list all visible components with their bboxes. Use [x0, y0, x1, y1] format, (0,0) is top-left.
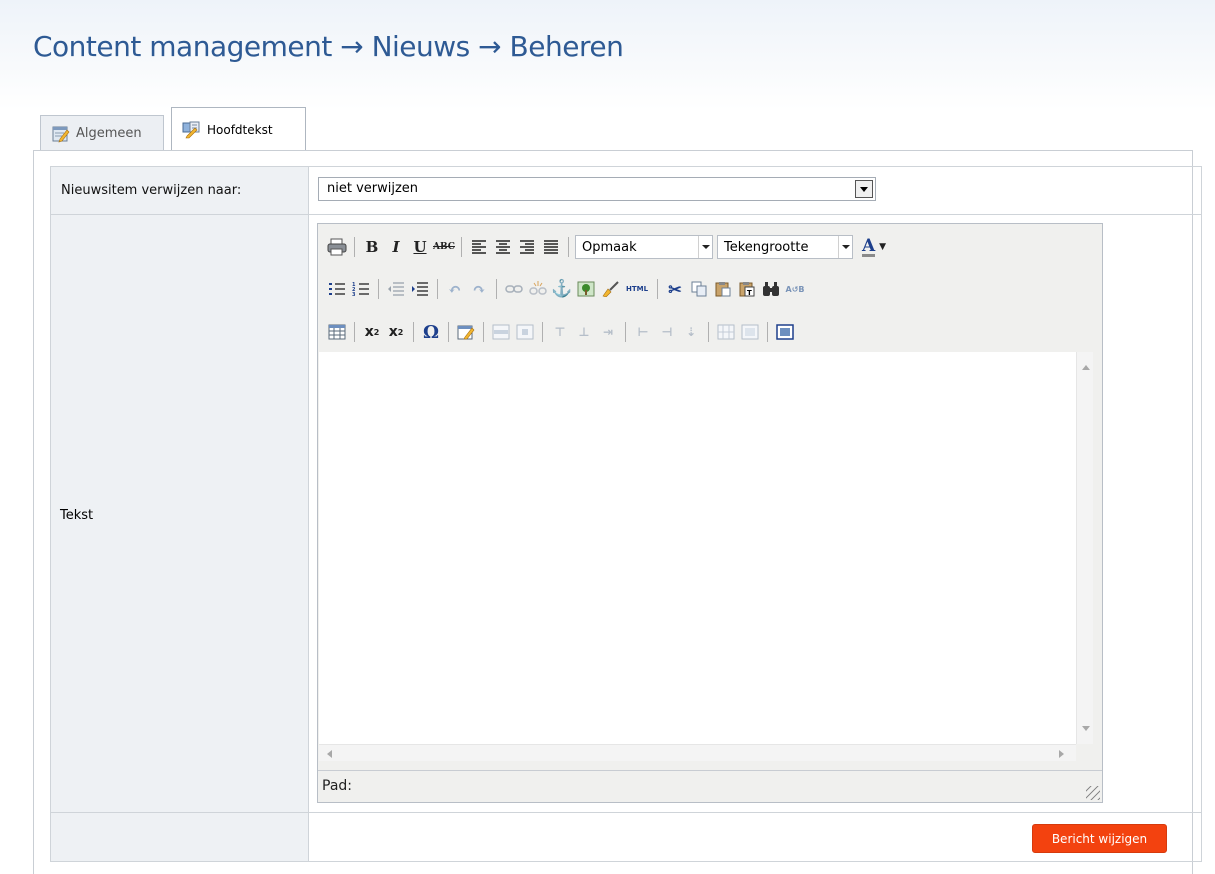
scroll-left-icon[interactable]: [327, 750, 332, 758]
toolbar-separator: [448, 322, 449, 342]
cell-props-icon[interactable]: [514, 321, 536, 343]
form-row-actions: [50, 812, 1202, 862]
edit-table-icon[interactable]: [455, 321, 477, 343]
cleanup-icon[interactable]: [599, 278, 621, 300]
bullet-list-icon[interactable]: [326, 278, 348, 300]
chevron-down-icon: [838, 236, 852, 258]
scroll-up-icon[interactable]: [1082, 365, 1090, 370]
print-icon[interactable]: [326, 236, 348, 258]
insert-col-before-icon[interactable]: ⊢: [632, 321, 654, 343]
toolbar-separator: [568, 237, 569, 257]
page-header: Content management → Nieuws → Beheren: [0, 0, 1215, 110]
fullscreen-icon[interactable]: [774, 321, 796, 343]
insert-row-after-icon[interactable]: ⊥: [573, 321, 595, 343]
table-icon[interactable]: [326, 321, 348, 343]
delete-row-icon[interactable]: ⇥: [597, 321, 619, 343]
rich-text-editor: B I U ABC Opmaak Tekengrootte A ▼ 1 2 3 …: [317, 223, 1103, 803]
svg-text:3: 3: [352, 292, 356, 297]
html-source-icon[interactable]: HTML: [623, 278, 651, 300]
paste-text-icon[interactable]: T: [736, 278, 758, 300]
text-label: Tekst: [60, 508, 94, 523]
editor-content-area[interactable]: [319, 352, 1076, 744]
toolbar-separator: [437, 279, 438, 299]
fontsize-select-value: Tekengrootte: [724, 239, 809, 255]
resize-grip-icon[interactable]: [1086, 786, 1100, 800]
editor-status-bar: Pad:: [318, 770, 1102, 802]
edit-doc-icon: [182, 120, 201, 139]
undo-icon[interactable]: ↶: [444, 278, 466, 300]
toolbar-separator: [378, 279, 379, 299]
special-char-icon[interactable]: Ω: [420, 321, 442, 343]
toolbar-separator: [483, 322, 484, 342]
page-title: Content management → Nieuws → Beheren: [33, 30, 624, 63]
image-icon[interactable]: [575, 278, 597, 300]
outdent-icon[interactable]: [385, 278, 407, 300]
align-justify-icon[interactable]: [540, 236, 562, 258]
format-select-value: Opmaak: [582, 239, 637, 255]
fontsize-select[interactable]: Tekengrootte: [717, 235, 853, 259]
align-center-icon[interactable]: [492, 236, 514, 258]
copy-icon[interactable]: [688, 278, 710, 300]
horizontal-scrollbar[interactable]: [319, 744, 1076, 761]
toolbar-separator: [354, 322, 355, 342]
underline-icon[interactable]: U: [409, 236, 431, 258]
toolbar-separator: [657, 279, 658, 299]
toolbar-separator: [767, 322, 768, 342]
svg-text:T: T: [747, 289, 752, 297]
tab-algemeen[interactable]: Algemeen: [40, 115, 164, 151]
anchor-icon[interactable]: ⚓: [551, 278, 573, 300]
chevron-down-icon: [698, 236, 712, 258]
toolbar-separator: [413, 322, 414, 342]
find-icon[interactable]: [760, 278, 782, 300]
split-cells-icon[interactable]: [715, 321, 737, 343]
superscript-icon[interactable]: x2: [385, 321, 407, 343]
tab-label: Hoofdtekst: [207, 122, 273, 137]
numbered-list-icon[interactable]: 123: [350, 278, 372, 300]
tab-hoofdtekst[interactable]: Hoofdtekst: [171, 107, 306, 151]
unlink-icon[interactable]: [527, 278, 549, 300]
chevron-down-icon[interactable]: [855, 180, 873, 198]
toolbar-row-3: x2 x2 Ω ⊤ ⊥ ⇥ ⊢ ⊣ ⇣: [326, 317, 798, 347]
align-right-icon[interactable]: [516, 236, 538, 258]
toolbar-separator: [708, 322, 709, 342]
format-select[interactable]: Opmaak: [575, 235, 713, 259]
toolbar-row-2: 123 ↶ ↷ ⚓ HTML ✂ T A↺B: [326, 274, 808, 304]
italic-icon[interactable]: I: [385, 236, 407, 258]
bold-icon[interactable]: B: [361, 236, 383, 258]
toolbar-separator: [354, 237, 355, 257]
toolbar-separator: [542, 322, 543, 342]
redirect-select[interactable]: niet verwijzen: [318, 177, 876, 201]
scroll-right-icon[interactable]: [1059, 750, 1064, 758]
indent-icon[interactable]: [409, 278, 431, 300]
cut-icon[interactable]: ✂: [664, 278, 686, 300]
delete-col-icon[interactable]: ⇣: [680, 321, 702, 343]
toolbar-separator: [625, 322, 626, 342]
toolbar-separator: [461, 237, 462, 257]
strikethrough-icon[interactable]: ABC: [433, 236, 455, 258]
link-icon[interactable]: [503, 278, 525, 300]
insert-row-before-icon[interactable]: ⊤: [549, 321, 571, 343]
toolbar-row-1: B I U ABC Opmaak Tekengrootte A ▼: [326, 232, 893, 262]
vertical-scrollbar[interactable]: [1076, 352, 1093, 744]
empty-label-cell: [50, 812, 309, 862]
redo-icon[interactable]: ↷: [468, 278, 490, 300]
save-button[interactable]: Bericht wijzigen: [1032, 824, 1167, 853]
toolbar-separator: [496, 279, 497, 299]
edit-note-icon: [51, 124, 70, 143]
row-props-icon[interactable]: [490, 321, 512, 343]
replace-icon[interactable]: A↺B: [784, 278, 806, 300]
align-left-icon[interactable]: [468, 236, 490, 258]
redirect-select-value: niet verwijzen: [327, 181, 419, 196]
merge-cells-icon[interactable]: [739, 321, 761, 343]
redirect-label: Nieuwsitem verwijzen naar:: [50, 166, 309, 215]
insert-col-after-icon[interactable]: ⊣: [656, 321, 678, 343]
paste-icon[interactable]: [712, 278, 734, 300]
scroll-down-icon[interactable]: [1082, 726, 1090, 731]
text-color-icon[interactable]: A ▼: [857, 236, 891, 258]
subscript-icon[interactable]: x2: [361, 321, 383, 343]
tab-label: Algemeen: [76, 126, 142, 141]
path-label: Pad:: [322, 778, 352, 794]
